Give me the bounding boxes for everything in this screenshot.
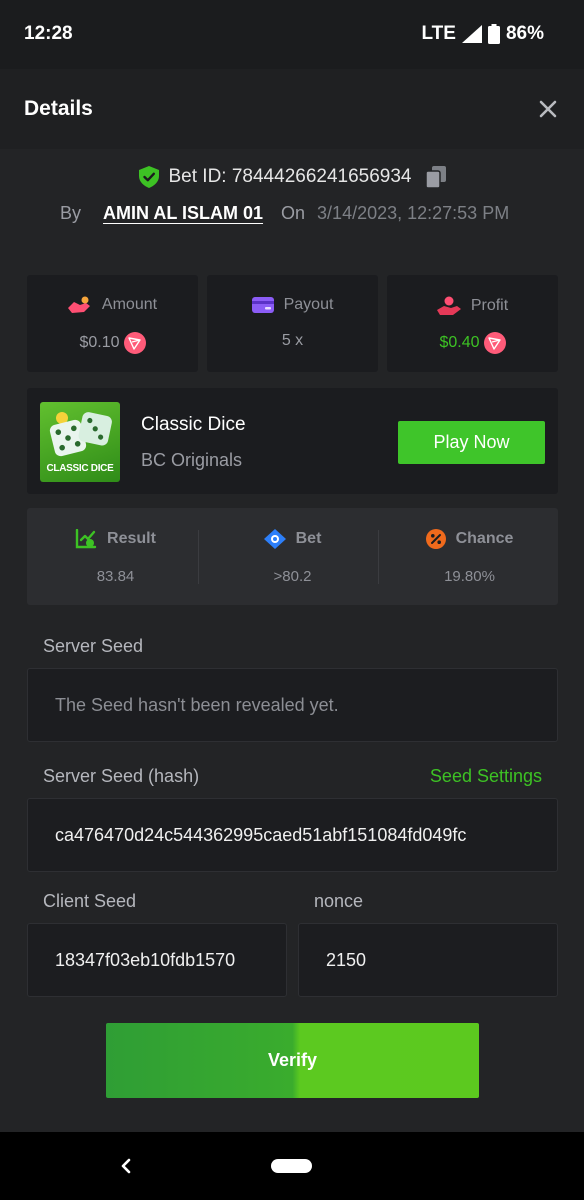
profit-value: $0.40 [439,334,480,351]
status-indicators: LTE 86% [421,23,544,45]
bet-label: Bet [295,530,322,547]
result-card: Result 83.84 Bet >80.2 Chance 19.80% [27,508,558,605]
game-card: CLASSIC DICE Classic Dice BC Originals P… [27,388,558,494]
profit-label: Profit [470,297,509,314]
trx-coin-icon [123,332,146,354]
money-hand-icon [67,296,90,313]
bet-id-row: Bet ID: 78444266241656934 [0,166,584,188]
target-icon [263,529,286,549]
signal-icon [461,25,482,43]
amount-value-row: $0.10 [27,332,198,354]
classic-dice-thumbnail[interactable]: CLASSIC DICE [40,402,120,482]
bet-author-row: By AMIN AL ISLAM 01 On 3/14/2023, 12:27:… [60,203,509,224]
profit-label-row: Profit [387,296,558,316]
copy-icon[interactable] [425,166,446,188]
payout-label: Payout [283,296,334,313]
thumbnail-label: CLASSIC DICE [46,463,114,474]
result-value: 83.84 [96,568,135,585]
details-header: Details [0,69,584,149]
shield-check-icon [138,166,159,188]
server-seed-hash-label: Server Seed (hash) [43,766,200,786]
divider [198,530,199,584]
bet-column: Bet >80.2 [204,508,381,605]
percent-icon [425,529,446,549]
close-icon[interactable] [536,97,560,121]
amount-value: $0.10 [79,334,120,351]
nonce-label: nonce [314,891,364,911]
status-time: 12:28 [24,23,73,44]
battery-percent: 86% [505,23,544,44]
page-title: Details [24,97,93,120]
divider [378,530,379,584]
chance-value: 19.80% [444,568,495,585]
payout-value-row: 5 x [207,332,378,350]
username-link[interactable]: AMIN AL ISLAM 01 [103,203,263,224]
profit-value-row: $0.40 [387,332,558,354]
home-pill[interactable] [271,1159,312,1173]
server-seed-field: The Seed hasn't been revealed yet. [27,668,558,742]
server-seed-label: Server Seed [43,636,144,656]
back-icon[interactable] [114,1154,138,1178]
verify-button[interactable]: Verify [106,1023,479,1098]
server-seed-hash-field[interactable]: ca476470d24c544362995caed51abf151084fd04… [27,798,558,872]
nonce-field[interactable]: 2150 [298,923,558,997]
status-bar: 12:28 LTE 86% [0,0,584,69]
bet-value: >80.2 [273,568,312,585]
amount-label-row: Amount [27,296,198,314]
battery-icon [487,24,500,44]
trx-coin-icon [483,332,506,354]
play-now-button[interactable]: Play Now [398,421,545,464]
chart-check-icon [75,529,97,549]
client-seed-field[interactable]: 18347f03eb10fdb1570 [27,923,287,997]
chance-label: Chance [455,530,514,547]
profit-hand-icon [436,296,461,315]
bet-datetime: 3/14/2023, 12:27:53 PM [317,203,510,223]
game-provider: BC Originals [141,450,243,470]
game-name: Classic Dice [141,414,246,435]
network-label: LTE [421,23,456,44]
on-label: On [281,203,306,223]
client-seed-label: Client Seed [43,891,137,911]
chance-label-row: Chance [381,529,558,549]
dice-icon [49,412,112,457]
payout-value: 5 x [281,332,304,349]
card-icon [251,297,274,313]
result-label: Result [107,530,156,547]
bet-label-row: Bet [204,529,381,549]
bet-id: Bet ID: 78444266241656934 [168,166,412,187]
payout-card: Payout 5 x [207,275,378,372]
payout-label-row: Payout [207,296,378,314]
profit-card: Profit $0.40 [387,275,558,372]
chance-column: Chance 19.80% [381,508,558,605]
by-label: By [60,203,82,223]
seed-settings-link[interactable]: Seed Settings [430,766,542,787]
result-label-row: Result [27,529,204,549]
amount-label: Amount [101,296,158,313]
result-column: Result 83.84 [27,508,204,605]
system-nav-bar [0,1132,584,1200]
amount-card: Amount $0.10 [27,275,198,372]
